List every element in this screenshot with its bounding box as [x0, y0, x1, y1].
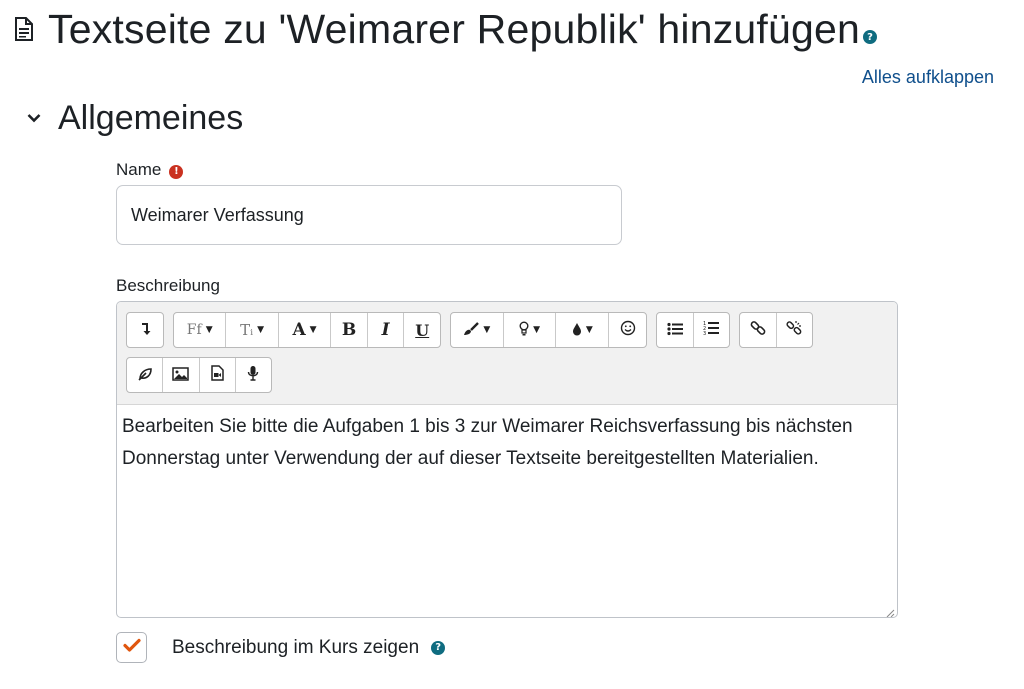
font-family-button[interactable]: Ff ▼: [174, 313, 227, 347]
italic-button[interactable]: I: [368, 313, 405, 347]
audio-button[interactable]: [236, 358, 271, 392]
link-icon: [750, 320, 766, 340]
underline-icon: U: [415, 320, 430, 340]
bold-icon: B: [341, 320, 357, 340]
show-in-course-row: Beschreibung im Kurs zeigen ?: [116, 632, 446, 663]
description-editor[interactable]: Ff ▼ Tᵢ ▼ A ▼ B I U ▼ ▼ ▼ 1 2 3 Bearbeit…: [116, 301, 898, 618]
required-icon: !: [169, 164, 184, 179]
numbered-list-icon: 123: [703, 320, 720, 340]
resize-handle-icon[interactable]: [885, 605, 895, 617]
bold-button[interactable]: B: [331, 313, 368, 347]
toggle-toolbar-icon: [139, 321, 151, 340]
media-icon: [210, 365, 224, 385]
name-label: Name: [116, 160, 162, 179]
audio-icon: [247, 365, 259, 385]
page-header: Textseite zu 'Weimarer Republik' hinzufü…: [14, 4, 878, 54]
svg-text:3: 3: [703, 331, 706, 336]
text-color-button[interactable]: ▼: [556, 313, 610, 347]
numbered-list-button[interactable]: 123: [694, 313, 730, 347]
emoji-button[interactable]: [609, 313, 646, 347]
font-family-icon: Ff: [186, 322, 202, 338]
font-style-icon: A: [292, 320, 306, 340]
paint-brush-icon: [463, 321, 480, 340]
italic-icon: I: [381, 320, 390, 340]
link-button[interactable]: [740, 313, 777, 347]
lightbulb-icon: [519, 321, 529, 340]
image-icon: [172, 366, 190, 385]
page-title: Textseite zu 'Weimarer Republik' hinzufü…: [48, 6, 861, 52]
help-icon[interactable]: ?: [863, 30, 878, 44]
toolbar-group-font: Ff ▼ Tᵢ ▼ A ▼ B I U: [173, 312, 441, 348]
font-size-button[interactable]: Tᵢ ▼: [226, 313, 279, 347]
unlink-icon: [786, 320, 802, 340]
bullet-list-icon: [667, 321, 683, 340]
font-style-button[interactable]: A ▼: [279, 313, 332, 347]
text-color-icon: [572, 321, 582, 340]
checkmark-icon: [122, 638, 141, 657]
bullet-list-button[interactable]: [657, 313, 694, 347]
section-header[interactable]: Allgemeines: [24, 96, 243, 140]
section-title: Allgemeines: [58, 99, 244, 137]
name-label-row: Name!: [116, 160, 184, 180]
toolbar-group-lists: 123: [656, 312, 730, 348]
description-label: Beschreibung: [116, 276, 220, 295]
emoji-icon: [620, 320, 636, 340]
editor-toolbar: Ff ▼ Tᵢ ▼ A ▼ B I U ▼ ▼ ▼ 1 2 3: [117, 302, 897, 405]
paint-brush-button[interactable]: ▼: [451, 313, 504, 347]
unlink-button[interactable]: [777, 313, 813, 347]
toolbar-group-links: [739, 312, 813, 348]
document-icon: [14, 14, 40, 44]
underline-button[interactable]: U: [404, 313, 440, 347]
toolbar-group-color: ▼ ▼ ▼: [450, 312, 647, 348]
chevron-down-icon[interactable]: [24, 108, 44, 128]
recordrtc-button[interactable]: [127, 358, 164, 392]
name-input[interactable]: [116, 185, 622, 245]
expand-all-link[interactable]: Alles aufklappen: [862, 67, 994, 88]
show-in-course-checkbox[interactable]: [116, 632, 147, 663]
font-size-icon: Tᵢ: [240, 321, 254, 339]
lightbulb-button[interactable]: ▼: [504, 313, 557, 347]
recordrtc-icon: [137, 366, 153, 385]
toggle-toolbar-button[interactable]: [127, 313, 163, 347]
image-button[interactable]: [163, 358, 200, 392]
toolbar-group-media: [126, 357, 272, 393]
help-icon[interactable]: ?: [431, 640, 446, 655]
show-in-course-label: Beschreibung im Kurs zeigen: [172, 636, 420, 658]
media-button[interactable]: [200, 358, 236, 392]
toolbar-group-toggle: [126, 312, 164, 348]
description-text[interactable]: Bearbeiten Sie bitte die Aufgaben 1 bis …: [117, 405, 897, 481]
